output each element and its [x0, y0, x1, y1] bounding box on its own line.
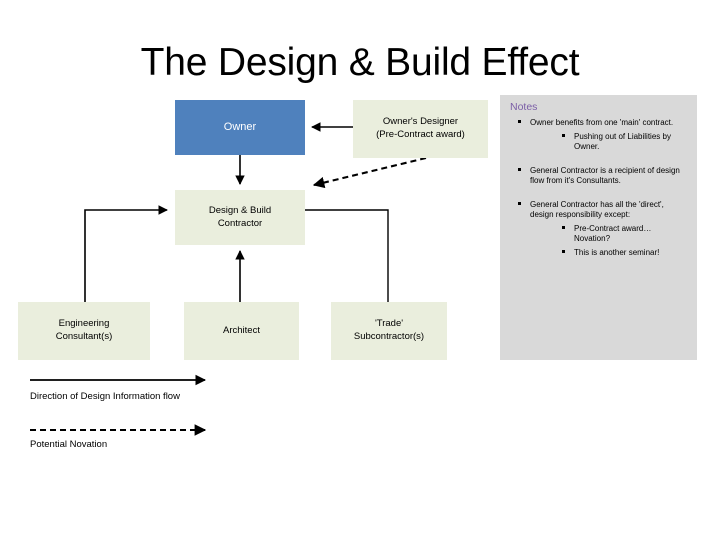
connector-trade-to-contractor — [305, 209, 389, 302]
bullet-icon — [518, 120, 521, 123]
note-item: General Contractor has all the 'direct',… — [508, 200, 689, 221]
diagram-box-owner-label: Owner — [223, 121, 257, 134]
diagram-box-owners-designer-label: Owner's Designer (Pre-Contract award) — [355, 116, 486, 142]
note-text: This is another seminar! — [574, 247, 660, 257]
bullet-icon — [562, 225, 565, 229]
trade-line-1: 'Trade' — [374, 318, 404, 330]
diagram-box-design-build-contractor-label: Design & Build Contractor — [177, 205, 303, 231]
db-contractor-line-1: Design & Build — [208, 204, 272, 216]
note-item: This is another seminar! — [508, 248, 689, 259]
bullet-icon — [518, 167, 521, 171]
diagram-box-architect[interactable]: Architect — [184, 302, 299, 360]
page-title: The Design & Build Effect — [140, 41, 580, 84]
diagram-box-owner[interactable]: Owner — [175, 100, 305, 155]
bullet-icon — [518, 201, 521, 205]
diagram-box-engineering-consultants-label: Engineering Consultant(s) — [20, 318, 148, 344]
bullet-icon — [562, 133, 565, 137]
note-item: Pushing out of Liabilities by Owner. — [508, 132, 689, 153]
legend-novation-label: Potential Novation — [30, 439, 108, 450]
connector-engineering-to-contractor — [84, 205, 168, 302]
diagram-box-owners-designer[interactable]: Owner's Designer (Pre-Contract award) — [353, 100, 488, 158]
note-item: Owner benefits from one 'main' contract. — [508, 118, 689, 129]
note-text: Pre-Contract award… Novation? — [574, 223, 652, 244]
diagram-box-trade-subcontractors-label: 'Trade' Subcontractor(s) — [333, 318, 445, 344]
notes-panel: Notes Owner benefits from one 'main' con… — [500, 95, 697, 360]
note-item: Pre-Contract award… Novation? — [508, 224, 689, 245]
connector-novation-dashed — [312, 156, 427, 189]
diagram-box-engineering-consultants[interactable]: Engineering Consultant(s) — [18, 302, 150, 360]
diagram-box-architect-label: Architect — [223, 324, 260, 336]
note-item: General Contractor is a recipient of des… — [508, 166, 689, 187]
trade-line-2: Subcontractor(s) — [353, 331, 425, 342]
legend-flow-label: Direction of Design Information flow — [30, 391, 180, 402]
diagram-box-trade-subcontractors[interactable]: 'Trade' Subcontractor(s) — [331, 302, 447, 360]
owners-designer-line-1: Owner's Designer — [382, 116, 459, 128]
note-text: Pushing out of Liabilities by Owner. — [574, 131, 671, 152]
engineering-line-2: Consultant(s) — [55, 331, 113, 342]
note-text: Owner benefits from one 'main' contract. — [530, 118, 674, 127]
diagram-box-design-build-contractor[interactable]: Design & Build Contractor — [175, 190, 305, 245]
owners-designer-line-2: (Pre-Contract award) — [376, 129, 465, 140]
slide-canvas: The Design & Build Effect Owner Owner's … — [0, 0, 720, 540]
engineering-line-1: Engineering — [58, 318, 110, 330]
note-text: General Contractor is a recipient of des… — [530, 165, 680, 186]
db-contractor-line-2: Contractor — [217, 217, 263, 229]
notes-heading: Notes — [510, 101, 538, 113]
bullet-icon — [562, 249, 565, 253]
note-text: General Contractor has all the 'direct',… — [530, 199, 664, 220]
